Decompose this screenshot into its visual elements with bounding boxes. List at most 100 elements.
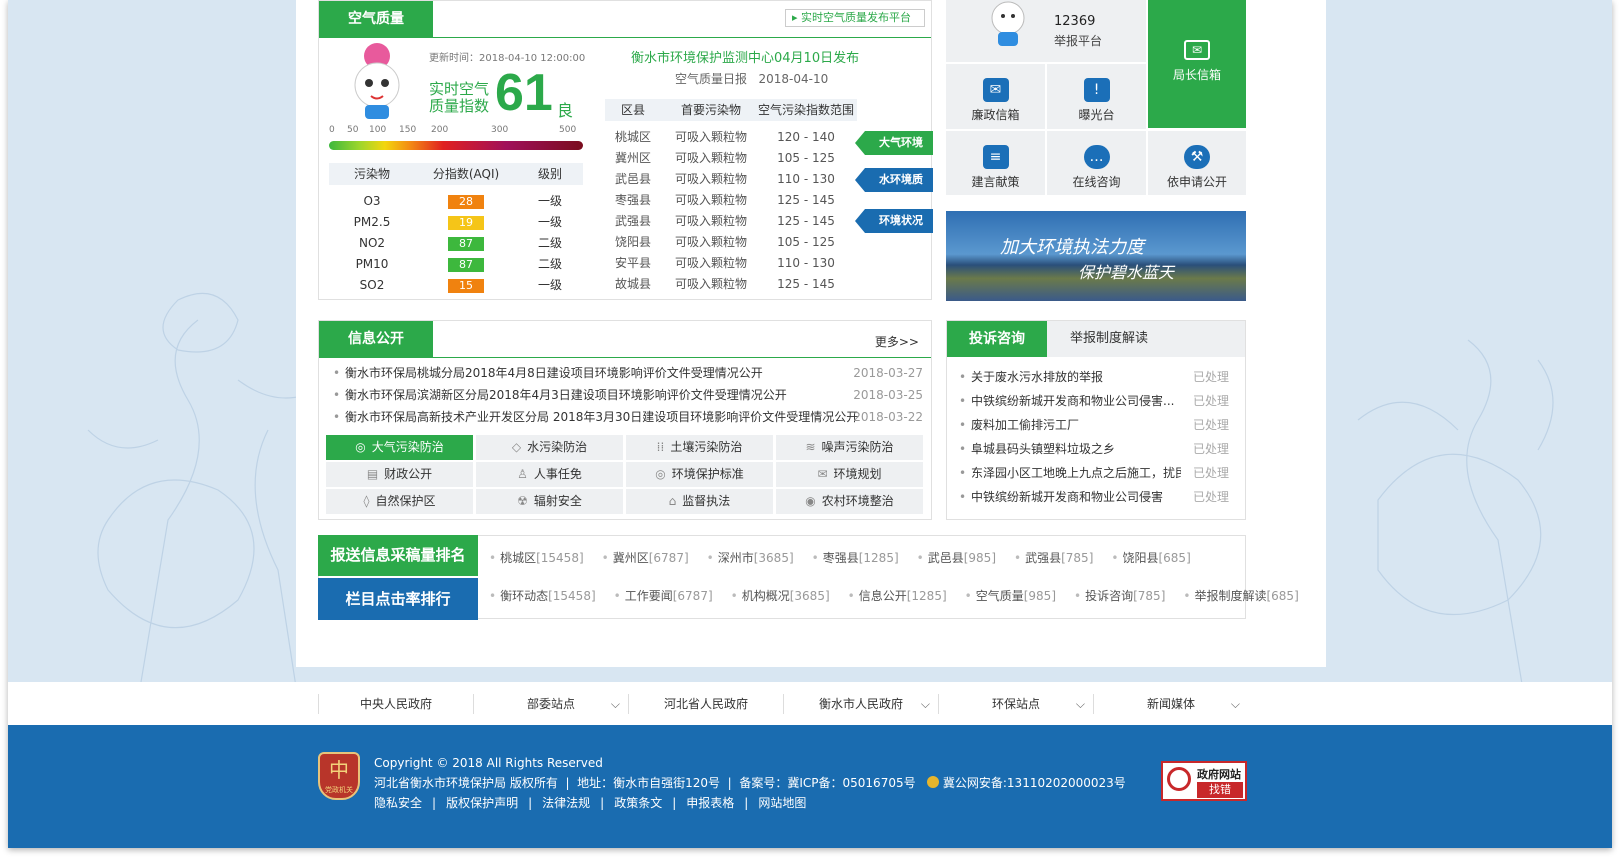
ranking-name: 工作要闻 [624,589,673,603]
ranking-count: [985] [1023,589,1057,603]
ranking-item[interactable]: • 信息公开[1285] [848,589,947,603]
ranking-item[interactable]: • 深州市[3685] [707,551,794,565]
related-link-5[interactable]: 新闻媒体 ⌵ [1093,694,1248,714]
ranking-name: 桃城区 [500,551,537,565]
ranking-item[interactable]: • 饶阳县[685] [1111,551,1190,565]
complaint-title: 阜城县码头镇塑料垃圾之乡 [971,442,1116,456]
category-button[interactable]: ▤ 财政公开 [326,462,473,487]
aqi-badge: 19 [448,216,484,230]
info-item-title: 衡水市环保局高新技术产业开发区分局 2018年3月30日建设项目环境影响评价文件… [345,410,859,424]
online-consult-button[interactable]: … 在线咨询 [1047,131,1146,195]
pollutant-aqi: 19 [415,215,517,230]
tab-report-rules[interactable]: 举报制度解读 [1047,321,1171,357]
district-cell: 冀州区 [614,151,651,165]
category-button[interactable]: ⁞⁞ 土壤污染防治 [626,435,773,460]
category-icon: ◎ [355,440,366,454]
monitor-center-title: 衡水市环境保护监测中心04月10日发布 [631,51,860,66]
ranking-item[interactable]: • 机构概况[3685] [731,589,830,603]
footer-link[interactable]: 网站地图 [758,796,806,810]
complaint-item[interactable]: • 东泽园小区工地晚上九点之后施工，扰民 已处理 [959,463,1229,483]
related-link-label: 新闻媒体 [1146,697,1195,711]
related-link-3[interactable]: 衡水市人民政府 ⌵ [783,694,938,714]
district-cell: 桃城区 [614,130,651,144]
footer-link[interactable]: 法律法规 [542,796,590,810]
ranking-item[interactable]: • 衡环动态[15458] [489,589,596,603]
ranking-name: 信息公开 [858,589,907,603]
party-gov-emblem[interactable]: 中党政机关 [318,752,360,800]
district-cell: 可吸入颗粒物 [674,130,747,144]
info-item-date: 2018-03-22 [853,410,923,424]
related-link-1[interactable]: 部委站点 ⌵ [473,694,628,714]
tab-complaint-consult[interactable]: 投诉咨询 [947,321,1047,357]
ranking-count: [685] [1158,551,1191,565]
category-button[interactable]: ◉ 农村环境整治 [776,489,923,514]
gavel-icon: ⚒ [1184,145,1210,169]
mascot-icon [991,1,1025,46]
category-button[interactable]: ◇ 水污染防治 [476,435,623,460]
integrity-mailbox-button[interactable]: ✉ 廉政信箱 [946,64,1045,129]
footer-link[interactable]: 隐私安全 [374,796,422,810]
ranking-item[interactable]: • 空气质量[985] [965,589,1056,603]
district-row: 桃城区 可吸入颗粒物 120 - 140 [605,127,857,147]
complaint-item[interactable]: • 中铁缤纷新城开发商和物业公司侵害... 已处理 [959,391,1229,411]
info-list-item[interactable]: • 衡水市环保局桃城分局2018年4月8日建设项目环境影响评价文件受理情况公开 20… [333,363,923,383]
category-label: 土壤污染防治 [670,440,743,454]
director-mailbox-button[interactable]: ✉ 局长信箱 [1148,0,1246,128]
info-list-item[interactable]: • 衡水市环保局滨湖新区分局2018年4月3日建设项目环境影响评价文件受理情况公开… [333,385,923,405]
ranking-item[interactable]: • 武邑县[985] [917,551,996,565]
category-button[interactable]: ◎ 环境保护标准 [626,462,773,487]
site-footer: 中党政机关 Copyright © 2018 All Rights Reserv… [8,725,1612,848]
ranking-item[interactable]: • 冀州区[6787] [602,551,689,565]
related-link-0[interactable]: 中央人民政府 [318,694,473,714]
category-button[interactable]: ♙ 人事任免 [476,462,623,487]
pollutant-grade: 二级 [537,236,562,250]
pollutant-table-header: 污染物 分指数(AQI) 级别 [329,163,583,185]
related-link-2[interactable]: 河北省人民政府 [628,694,783,714]
ranking-item[interactable]: • 枣强县[1285] [812,551,899,565]
related-link-4[interactable]: 环保站点 ⌵ [938,694,1093,714]
submission-ranking-row: • 桃城区[15458] • 冀州区[6787] • 深州市[3685] • 枣强县[1285… [489,549,1209,566]
suggestions-button[interactable]: ≡ 建言献策 [946,131,1045,195]
tab-atmosphere-quality[interactable]: 大气环境质量 [855,131,933,173]
tab-water-quality[interactable]: 水环境质量 [855,168,933,210]
ranking-item[interactable]: • 工作要闻[6787] [614,589,713,603]
category-button[interactable]: ◎ 大气污染防治 [326,435,473,460]
complaint-item[interactable]: • 阜城县码头镇塑料垃圾之乡 已处理 [959,439,1229,459]
category-button[interactable]: ≋ 噪声污染防治 [776,435,923,460]
info-list-item[interactable]: • 衡水市环保局高新技术产业开发区分局 2018年3月30日建设项目环境影响评价文… [333,407,923,427]
hotline-report-platform[interactable]: 12369 举报平台 [946,0,1146,62]
info-disclosure-tab[interactable]: 信息公开 [319,321,433,357]
apply-disclosure-button[interactable]: ⚒ 依申请公开 [1148,131,1246,195]
category-button[interactable]: ◊ 自然保护区 [326,489,473,514]
tab-environment-report[interactable]: 环境状况公报 [855,209,933,251]
category-button[interactable]: ⌂ 监督执法 [626,489,773,514]
ranking-item[interactable]: • 武强县[785] [1014,551,1093,565]
category-button[interactable]: ☢ 辐射安全 [476,489,623,514]
footer-link[interactable]: 申报表格 [686,796,734,810]
complaint-item[interactable]: • 废料加工偷排污工厂 已处理 [959,415,1229,435]
footer-link[interactable]: 版权保护声明 [446,796,518,810]
ranking-name: 投诉咨询 [1085,589,1134,603]
complaint-item[interactable]: • 中铁缤纷新城开发商和物业公司侵害 已处理 [959,487,1229,507]
ranking-item[interactable]: • 桃城区[15458] [489,551,584,565]
ranking-item[interactable]: • 举报制度解读[685] [1183,589,1298,603]
info-item-title: 衡水市环保局桃城分局2018年4月8日建设项目环境影响评价文件受理情况公开 [345,366,763,380]
aqi-scale-tick: 100 [369,125,387,135]
category-label: 人事任免 [533,467,582,481]
ranking-item[interactable]: • 投诉咨询[785] [1074,589,1165,603]
ranking-name: 饶阳县 [1122,551,1159,565]
exposure-platform-button[interactable]: ! 曝光台 [1047,64,1146,129]
enforcement-banner[interactable]: 加大环境执法力度 保护碧水蓝天 [946,211,1246,301]
footer-info-line: 河北省衡水市环境保护局 版权所有 | 地址：衡水市自强街120号 | 备案号：冀… [374,776,1126,790]
ranking-name: 空气质量 [975,589,1024,603]
ranking-name: 冀州区 [612,551,649,565]
air-quality-tab[interactable]: 空气质量 [319,1,433,37]
footer-link[interactable]: 政策条文 [614,796,662,810]
category-button[interactable]: ✉ 环境规划 [776,462,923,487]
realtime-platform-link[interactable]: ▸ 实时空气质量发布平台 [785,9,925,27]
more-link[interactable]: 更多>> [875,333,919,350]
related-link-label: 环保站点 [991,697,1040,711]
gov-site-error-badge[interactable]: 政府网站 找错 [1161,761,1247,801]
complaint-item[interactable]: • 关于废水污水排放的举报 已处理 [959,367,1229,387]
category-label: 自然保护区 [375,494,436,508]
